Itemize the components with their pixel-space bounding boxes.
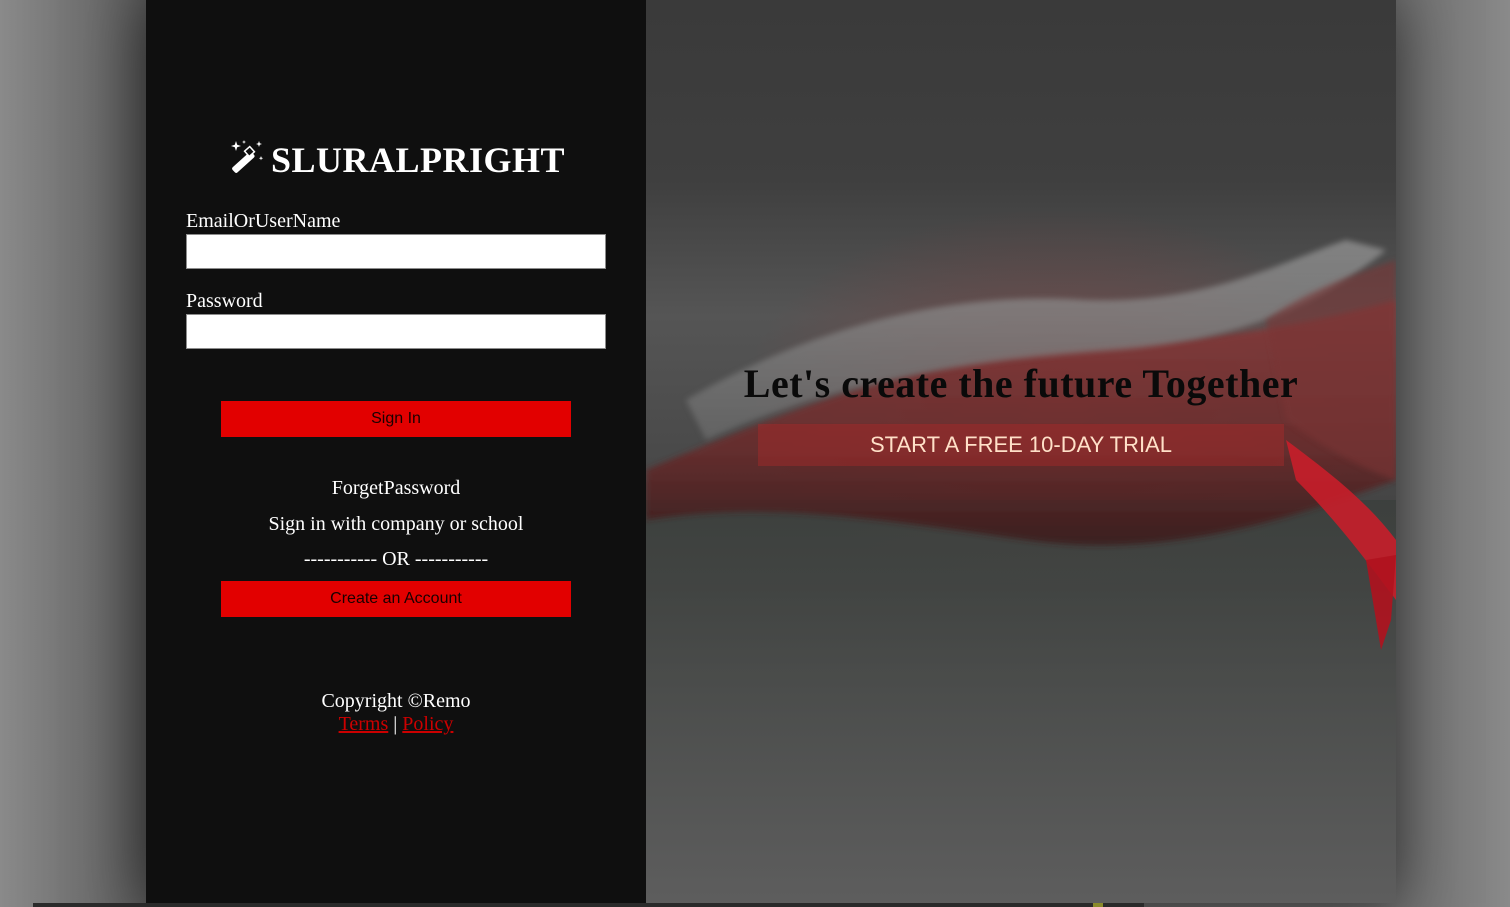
scroll-indicator xyxy=(1093,903,1103,907)
bottom-scroll-strip xyxy=(33,903,1144,907)
login-page: SLURALPRIGHT EmailOrUserName Password Si… xyxy=(146,0,1396,903)
forget-password-link[interactable]: ForgetPassword xyxy=(146,477,646,500)
sign-in-button[interactable]: Sign In xyxy=(221,401,571,437)
magic-wand-icon xyxy=(227,138,265,176)
sso-sign-in-link[interactable]: Sign in with company or school xyxy=(146,513,646,536)
login-panel: SLURALPRIGHT EmailOrUserName Password Si… xyxy=(146,0,646,903)
hero-title: Let's create the future Together xyxy=(743,361,1299,406)
policy-link[interactable]: Policy xyxy=(402,713,453,735)
brand-logo: SLURALPRIGHT xyxy=(146,138,646,181)
brand-name: SLURALPRIGHT xyxy=(270,140,566,180)
free-trial-button[interactable]: START A FREE 10-DAY TRIAL xyxy=(758,424,1284,466)
hero-panel: Let's create the future Together START A… xyxy=(646,0,1396,903)
footer-separator: | xyxy=(393,713,398,735)
or-divider: ----------- OR ----------- xyxy=(303,548,489,570)
create-account-button[interactable]: Create an Account xyxy=(221,581,571,617)
footer-links: Terms | Policy xyxy=(146,713,646,736)
password-label: Password xyxy=(186,290,263,312)
terms-link[interactable]: Terms xyxy=(339,713,389,735)
copyright-text: Copyright ©Remo xyxy=(321,690,471,712)
email-label: EmailOrUserName xyxy=(186,210,341,232)
password-field[interactable] xyxy=(186,314,606,349)
email-field[interactable] xyxy=(186,234,606,269)
